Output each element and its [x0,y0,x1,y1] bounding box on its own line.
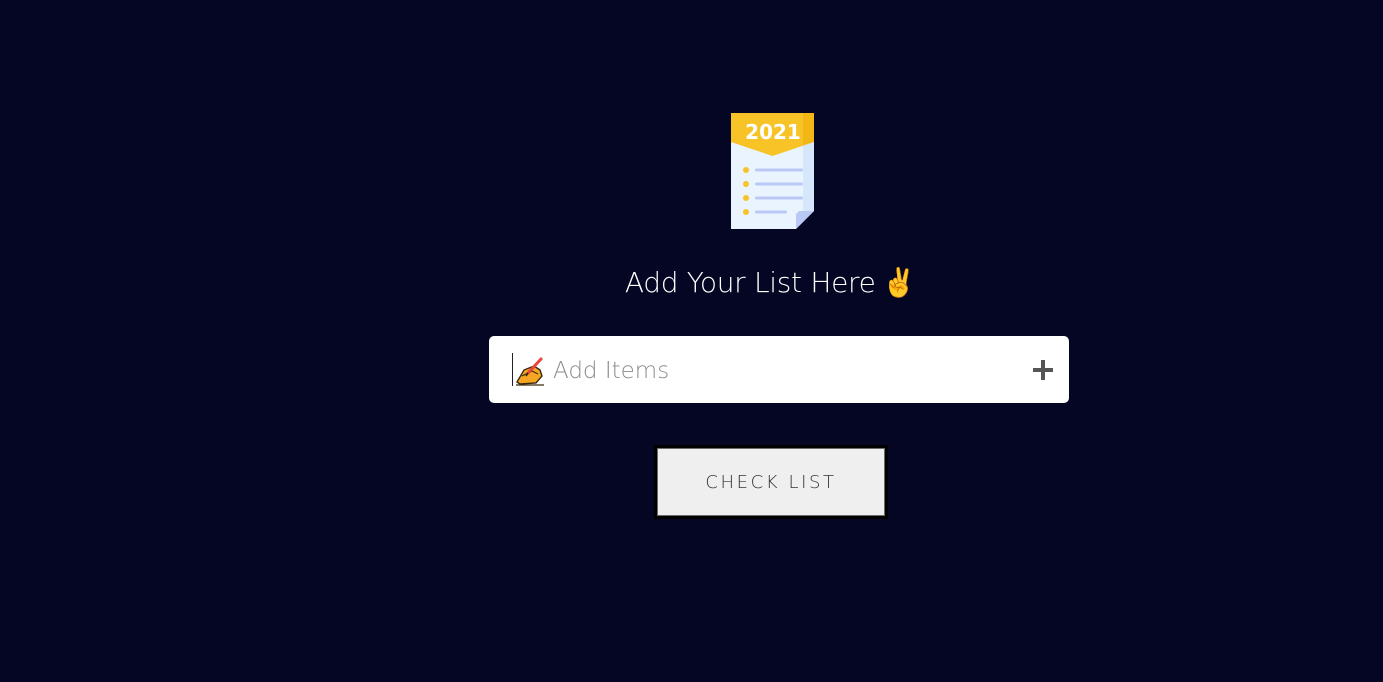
page-title-text: Add Your List Here [624,266,876,299]
logo-year: 2021 [745,120,801,144]
plus-icon [1033,360,1053,380]
text-caret [512,353,513,386]
page: 2021 Add Your List Here✌ CHECK LIST [0,0,1383,682]
victory-hand-icon: ✌ [881,266,917,299]
add-item-form [489,336,1069,403]
check-list-button[interactable]: CHECK LIST [654,445,888,519]
add-item-input[interactable] [551,350,1015,392]
writing-hand-icon [516,357,544,386]
page-title: Add Your List Here ✌ [0,266,1383,299]
checklist-document-icon: 2021 [731,113,814,229]
add-item-button[interactable] [1029,356,1057,384]
